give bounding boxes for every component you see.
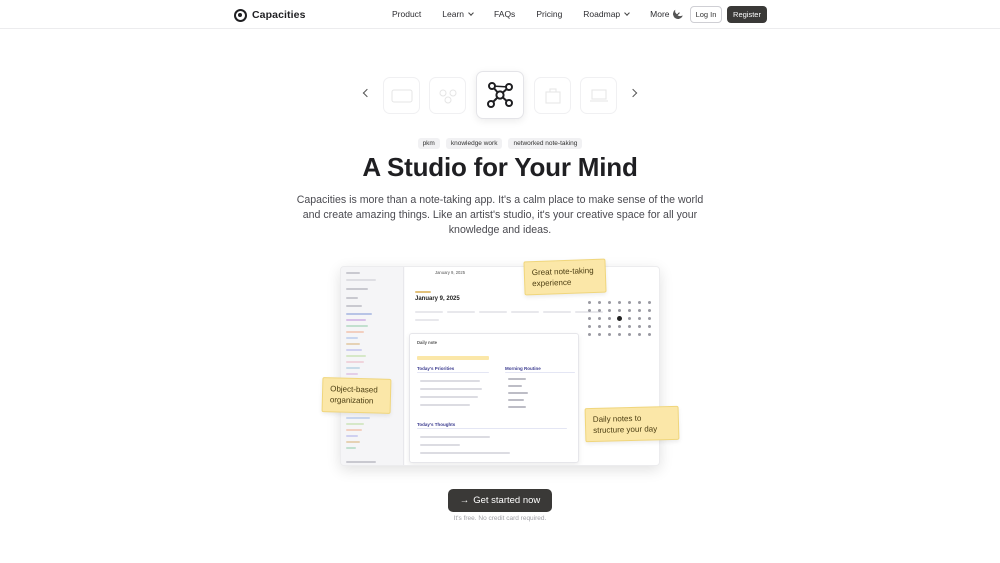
carousel-tile-5[interactable] — [580, 77, 617, 114]
carousel-prev-arrow-icon[interactable] — [362, 88, 372, 98]
nav-item-faqs[interactable]: FAQs — [494, 9, 515, 19]
preview-line — [346, 441, 360, 443]
preview-line — [346, 361, 364, 363]
preview-line — [346, 337, 358, 339]
preview-line — [346, 279, 376, 281]
get-started-label: Get started now — [473, 495, 541, 506]
preview-line — [346, 423, 364, 425]
get-started-button[interactable]: → Get started now — [448, 489, 552, 512]
carousel-next-arrow-icon[interactable] — [628, 88, 638, 98]
hero-title: A Studio for Your Mind — [362, 152, 638, 182]
tile-icon — [391, 89, 412, 102]
brand-logo[interactable]: Capacities — [234, 7, 306, 23]
preview-line — [543, 311, 571, 313]
nav-item-learn[interactable]: Learn — [442, 9, 474, 19]
sticky-note-daily-notes: Daily notes to structure your day — [584, 405, 680, 443]
sticky-note-object-based: Object-based organization — [321, 377, 392, 414]
carousel-tile-2[interactable] — [429, 77, 466, 114]
preview-date-heading: January 9, 2025 — [415, 296, 460, 302]
preview-line — [346, 417, 370, 419]
preview-line — [346, 319, 366, 321]
brand-name: Capacities — [252, 9, 306, 21]
top-navigation: Capacities Product Learn FAQs Pricing Ro… — [0, 0, 1000, 29]
nav-links: Product Learn FAQs Pricing Roadmap More — [392, 9, 700, 19]
preview-line — [346, 325, 368, 327]
tag-pkm: pkm — [417, 138, 440, 149]
topic-tags: pkm knowledge work networked note-taking — [0, 138, 1000, 149]
tile-icon — [439, 89, 456, 103]
tag-networked-note-taking: networked note-taking — [508, 138, 583, 149]
carousel-tile-network[interactable] — [476, 71, 524, 119]
login-button[interactable]: Log In — [690, 6, 722, 23]
register-button[interactable]: Register — [727, 6, 767, 23]
preview-line — [346, 331, 364, 333]
sticky-note-note-taking: Great note-taking experience — [523, 258, 607, 296]
preview-daily-note-title: Daily note — [417, 340, 438, 345]
preview-line — [346, 367, 360, 369]
network-graph-icon — [487, 82, 513, 108]
chevron-down-icon — [468, 10, 474, 16]
carousel-tile-1[interactable] — [383, 77, 420, 114]
preview-sidebar — [341, 267, 404, 465]
preview-line — [415, 319, 439, 321]
cta-note: It's free. No credit card required. — [453, 515, 547, 522]
chevron-down-icon — [624, 10, 630, 16]
preview-line — [346, 313, 372, 315]
capacities-logo-icon — [234, 8, 247, 22]
preview-line — [346, 435, 358, 437]
preview-calendar — [586, 289, 656, 349]
preview-routine-heading: Morning Routine — [505, 366, 541, 371]
hero-description: Capacities is more than a note-taking ap… — [296, 194, 704, 236]
preview-line — [346, 447, 356, 449]
preview-line — [346, 343, 360, 345]
preview-breadcrumb: January 9, 2025 — [435, 270, 466, 275]
preview-daily-note-card: Daily note Today's Priorities Morning Ro… — [409, 333, 579, 463]
preview-line — [346, 461, 376, 463]
preview-line — [346, 288, 368, 290]
tag-knowledge-work: knowledge work — [445, 138, 503, 149]
preview-line — [346, 272, 360, 274]
preview-priorities-heading: Today's Priorities — [417, 366, 455, 371]
preview-line — [415, 311, 443, 313]
preview-line — [447, 311, 475, 313]
preview-line — [415, 291, 431, 293]
preview-line — [346, 349, 362, 351]
nav-item-pricing[interactable]: Pricing — [536, 9, 562, 19]
arrow-right-icon: → — [459, 495, 470, 506]
tile-icon — [545, 88, 560, 103]
tile-icon — [589, 89, 608, 101]
preview-line — [346, 373, 358, 375]
preview-line — [346, 305, 362, 307]
nav-item-roadmap[interactable]: Roadmap — [583, 9, 630, 19]
nav-item-product[interactable]: Product — [392, 9, 421, 19]
preview-highlight — [417, 356, 489, 360]
preview-line — [346, 429, 362, 431]
preview-line — [479, 311, 507, 313]
preview-line — [346, 297, 358, 299]
carousel-tile-4[interactable] — [534, 77, 571, 114]
preview-line — [346, 355, 366, 357]
preview-thoughts-heading: Today's Thoughts — [417, 422, 456, 427]
preview-line — [511, 311, 539, 313]
